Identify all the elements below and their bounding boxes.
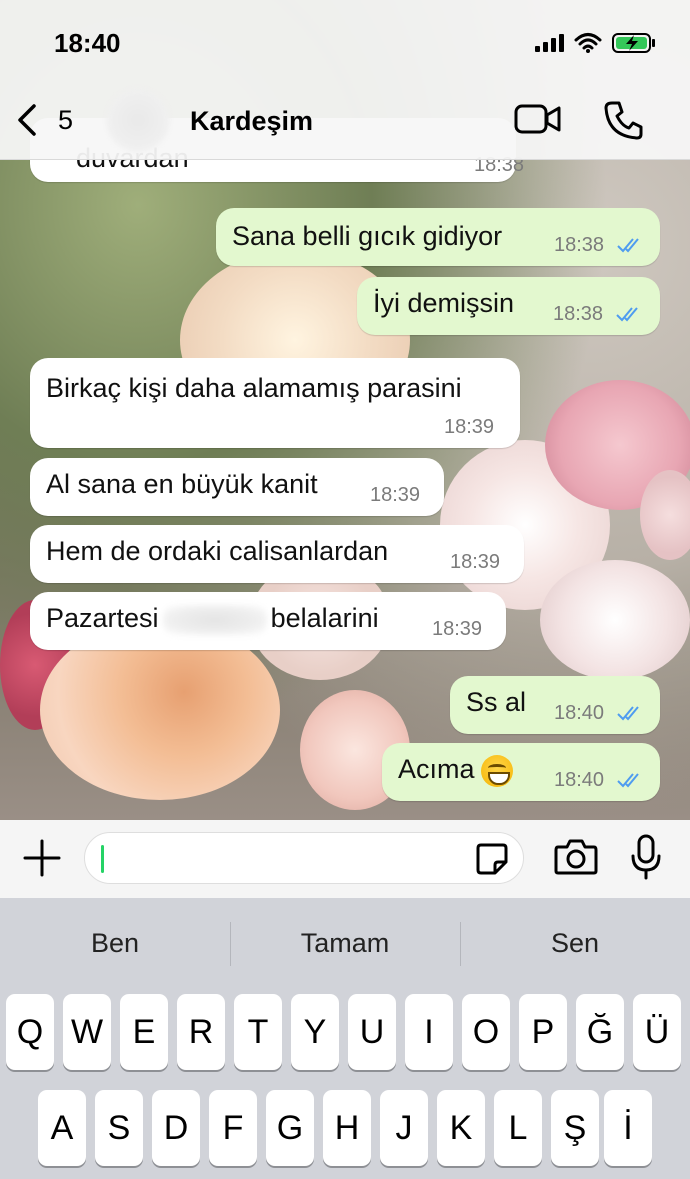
composer-bar [0, 820, 690, 898]
plus-icon[interactable] [22, 838, 62, 878]
key[interactable]: T [234, 994, 282, 1070]
key[interactable]: I [405, 994, 453, 1070]
autocomplete-bar: Ben Tamam Sen [0, 898, 690, 988]
message-text: Sana belli gıcık gidiyor [232, 221, 503, 251]
back-button[interactable]: 5 [14, 102, 73, 138]
suggestion-item[interactable]: Tamam [230, 898, 460, 988]
message-text: Acıma [398, 753, 513, 787]
message-input[interactable] [84, 832, 524, 884]
key[interactable]: O [462, 994, 510, 1070]
key[interactable]: R [177, 994, 225, 1070]
message-text: Birkaç kişi daha alamamış parasini [46, 373, 462, 403]
key[interactable]: H [323, 1090, 371, 1166]
chat-header: 18:40 5 Kardeşim [0, 0, 690, 160]
message-incoming[interactable]: Hem de ordaki calisanlardan 18:39 [30, 525, 524, 583]
battery-charging-icon [612, 33, 655, 53]
message-text: Al sana en büyük kanit [46, 469, 318, 499]
key[interactable]: D [152, 1090, 200, 1166]
key[interactable]: W [63, 994, 111, 1070]
read-receipt-icon [616, 307, 638, 322]
message-time: 18:38 [554, 234, 605, 256]
read-receipt-icon [617, 706, 639, 721]
text-caret [101, 845, 104, 873]
key[interactable]: P [519, 994, 567, 1070]
message-time: 18:39 [432, 618, 483, 640]
keyboard: Ben Tamam Sen Q W E R T Y U I O P Ğ Ü A … [0, 898, 690, 1179]
key[interactable]: Ü [633, 994, 681, 1070]
video-call-icon[interactable] [514, 102, 562, 136]
message-text-part: belalarini [270, 603, 379, 633]
message-text-part: Acıma [398, 754, 475, 784]
status-time: 18:40 [54, 28, 121, 58]
grinning-face-emoji-icon [480, 754, 513, 787]
message-time: 18:39 [370, 484, 421, 506]
key[interactable]: A [38, 1090, 86, 1166]
key[interactable]: J [380, 1090, 428, 1166]
wallpaper-flower [540, 560, 690, 680]
message-time: 18:39 [450, 551, 501, 573]
message-outgoing[interactable]: Acıma 18:40 [382, 743, 660, 801]
key[interactable]: Ş [551, 1090, 599, 1166]
phone-call-icon[interactable] [604, 100, 644, 140]
wifi-icon [574, 33, 602, 53]
sticker-icon[interactable] [475, 842, 509, 876]
chevron-left-icon [18, 104, 36, 136]
message-time: 18:39 [444, 416, 495, 438]
key[interactable]: G [266, 1090, 314, 1166]
contact-name[interactable]: Kardeşim [190, 106, 313, 137]
message-text-part: Pazartesi [46, 603, 159, 633]
message-outgoing[interactable]: İyi demişsin 18:38 [357, 277, 660, 335]
status-icons [535, 32, 656, 54]
message-text: İyi demişsin [373, 288, 515, 318]
read-receipt-icon [617, 238, 639, 253]
message-outgoing[interactable]: Ss al 18:40 [450, 676, 660, 734]
key[interactable]: Ğ [576, 994, 624, 1070]
message-outgoing[interactable]: Sana belli gıcık gidiyor 18:38 [216, 208, 660, 266]
message-incoming[interactable]: Al sana en büyük kanit 18:39 [30, 458, 444, 516]
wallpaper-flower [640, 470, 690, 560]
key[interactable]: E [120, 994, 168, 1070]
camera-icon[interactable] [554, 838, 598, 876]
key[interactable]: İ [604, 1090, 652, 1166]
message-time: 18:40 [554, 702, 605, 724]
key[interactable]: S [95, 1090, 143, 1166]
suggestion-item[interactable]: Ben [0, 898, 230, 988]
message-text: Pazartesi belalarini [46, 602, 379, 635]
redacted-name [162, 604, 267, 635]
message-time: 18:38 [553, 303, 604, 325]
key[interactable]: K [437, 1090, 485, 1166]
key[interactable]: U [348, 994, 396, 1070]
signal-icon [535, 34, 564, 52]
message-text: Hem de ordaki calisanlardan [46, 536, 389, 566]
microphone-icon[interactable] [630, 834, 662, 880]
key[interactable]: Q [6, 994, 54, 1070]
message-incoming[interactable]: Birkaç kişi daha alamamış parasini 18:39 [30, 358, 520, 448]
key[interactable]: L [494, 1090, 542, 1166]
message-text: Ss al [466, 687, 527, 717]
key[interactable]: F [209, 1090, 257, 1166]
suggestion-item[interactable]: Sen [460, 898, 690, 988]
message-incoming[interactable]: Pazartesi belalarini 18:39 [30, 592, 506, 650]
read-receipt-icon [617, 773, 639, 788]
key[interactable]: Y [291, 994, 339, 1070]
unread-count: 5 [58, 104, 74, 135]
message-time: 18:40 [554, 769, 605, 791]
avatar[interactable] [106, 88, 170, 152]
